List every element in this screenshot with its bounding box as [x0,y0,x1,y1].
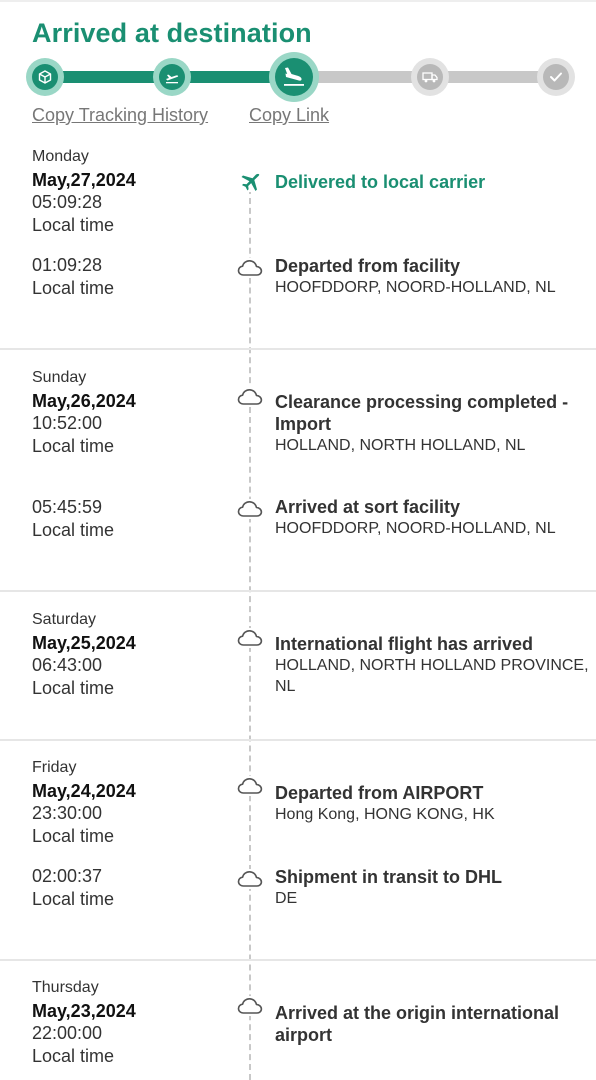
weekday-label: Monday [32,148,89,165]
date-label: May,26,2024 [32,390,136,411]
time-zone-label: Local time [32,825,115,846]
time-zone-label: Local time [32,214,115,235]
event-title: Shipment in transit to DHL [275,867,502,887]
group-divider [0,348,596,350]
event-title: Delivered to local carrier [275,172,486,192]
cloud-icon [237,258,263,278]
weekday-label: Friday [32,759,77,776]
event-time: Friday May,24,2024 23:30:00 Local time [32,757,232,847]
group-divider [0,959,596,961]
event-time: 02:00:37 Local time [32,865,232,910]
step-picked-up [26,58,64,96]
cloud-icon [237,499,263,519]
date-label: May,27,2024 [32,169,136,190]
weekday-label: Sunday [32,369,87,386]
event-location: HOLLAND, NORTH HOLLAND, NL [275,437,526,454]
checkmark-icon [543,64,569,90]
step-departed [153,58,191,96]
cloud-icon [237,996,263,1016]
status-title: Arrived at destination [32,18,312,48]
time-zone-label: Local time [32,277,115,298]
time-value: 06:43:00 [32,655,103,675]
event-title: Arrived at sort facility [275,497,461,517]
event-location: HOOFDDORP, NOORD-HOLLAND, NL [275,520,556,537]
date-label: May,24,2024 [32,780,136,801]
step-delivered [537,58,575,96]
event-title: International flight has arrived [275,634,534,654]
cloud-icon [237,869,263,889]
event-time: Monday May,27,2024 05:09:28 Local time [32,146,232,236]
top-border [0,0,596,2]
time-value: 05:09:28 [32,192,103,212]
event-time: 01:09:28 Local time [32,254,232,299]
time-value: 22:00:00 [32,1023,103,1043]
group-divider [0,739,596,741]
plane-takeoff-icon [159,64,185,90]
event-title: Clearance processing completed - Import [275,392,569,434]
cloud-icon [237,387,263,407]
event-location: Hong Kong, HONG KONG, HK [275,806,495,823]
cloud-icon [237,628,263,648]
time-value: 23:30:00 [32,803,103,823]
date-label: May,25,2024 [32,632,136,653]
step-arrived-destination [269,52,319,102]
copy-tracking-history-link[interactable]: Copy Tracking History [32,105,208,126]
time-value: 01:09:28 [32,255,103,275]
delivery-truck-icon [417,64,443,90]
event-time: Thursday May,23,2024 22:00:00 Local time [32,977,232,1067]
event-time: Saturday May,25,2024 06:43:00 Local time [32,609,232,699]
cloud-icon [237,776,263,796]
time-zone-label: Local time [32,519,115,540]
event-title: Departed from facility [275,256,461,276]
step-out-for-delivery [411,58,449,96]
plane-landing-icon [275,58,313,96]
time-zone-label: Local time [32,677,115,698]
weekday-label: Saturday [32,611,97,628]
time-zone-label: Local time [32,435,115,456]
time-value: 02:00:37 [32,866,103,886]
event-time: 05:45:59 Local time [32,496,232,541]
event-location: HOLLAND, NORTH HOLLAND PROVINCE, NL [275,657,589,695]
copy-link[interactable]: Copy Link [249,105,329,126]
date-label: May,23,2024 [32,1000,136,1021]
time-value: 10:52:00 [32,413,103,433]
time-zone-label: Local time [32,1045,115,1066]
package-icon [32,64,58,90]
time-value: 05:45:59 [32,497,103,517]
event-title: Arrived at the origin international airp… [275,1003,560,1045]
time-zone-label: Local time [32,888,115,909]
weekday-label: Thursday [32,979,99,996]
event-location: DE [275,890,298,907]
airplane-icon [237,172,263,192]
event-time: Sunday May,26,2024 10:52:00 Local time [32,367,232,457]
group-divider [0,590,596,592]
event-location: HOOFDDORP, NOORD-HOLLAND, NL [275,279,556,296]
progress-stepper [26,52,576,102]
event-title: Departed from AIRPORT [275,783,484,803]
